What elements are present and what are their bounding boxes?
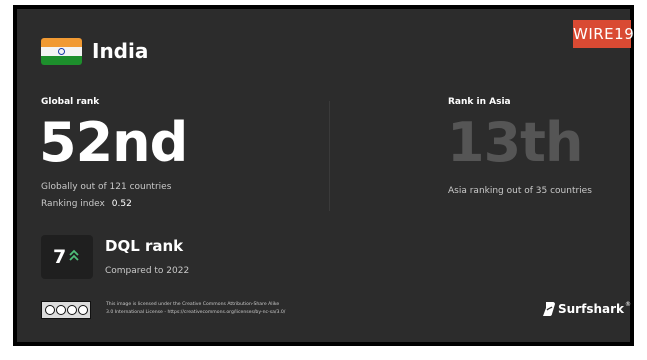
global-rank-label: Global rank <box>41 97 100 107</box>
license-line-2: 3.0 International License - https://crea… <box>106 310 286 315</box>
asia-rank-label: Rank in Asia <box>448 97 511 107</box>
asia-rank-value: 13th <box>447 111 583 174</box>
wire19-logo: WIRE19 <box>573 20 634 48</box>
country-name: India <box>92 39 149 63</box>
dql-subtitle: Compared to 2022 <box>105 266 190 276</box>
license-line-1: This image is licensed under the Creativ… <box>106 302 280 307</box>
global-rank-subtitle: Globally out of 121 countries <box>41 182 172 192</box>
ranking-index-value: 0.52 <box>111 199 132 209</box>
dql-change-value: 7 <box>53 246 67 268</box>
global-rank-value: 52nd <box>39 111 188 174</box>
dql-change-badge: 7 <box>41 235 93 279</box>
license-text: This image is licensed under the Creativ… <box>106 301 285 317</box>
column-divider <box>329 101 330 211</box>
ranking-index-row: Ranking index 0.52 <box>41 198 132 210</box>
cc-by-nc-sa-icon <box>41 301 91 319</box>
registered-mark: ® <box>625 301 632 308</box>
surfshark-name: Surfshark <box>558 302 625 316</box>
surfshark-mark-icon <box>543 302 555 316</box>
dql-title: DQL rank <box>105 237 184 255</box>
surfshark-logo: Surfshark ® <box>543 301 631 317</box>
ranking-index-label: Ranking index <box>41 199 105 209</box>
double-chevron-up-icon <box>69 249 79 261</box>
india-flag-icon <box>41 38 82 65</box>
asia-rank-subtitle: Asia ranking out of 35 countries <box>448 186 592 196</box>
ranking-card: India WIRE19 Global rank 52nd Globally o… <box>17 9 634 342</box>
